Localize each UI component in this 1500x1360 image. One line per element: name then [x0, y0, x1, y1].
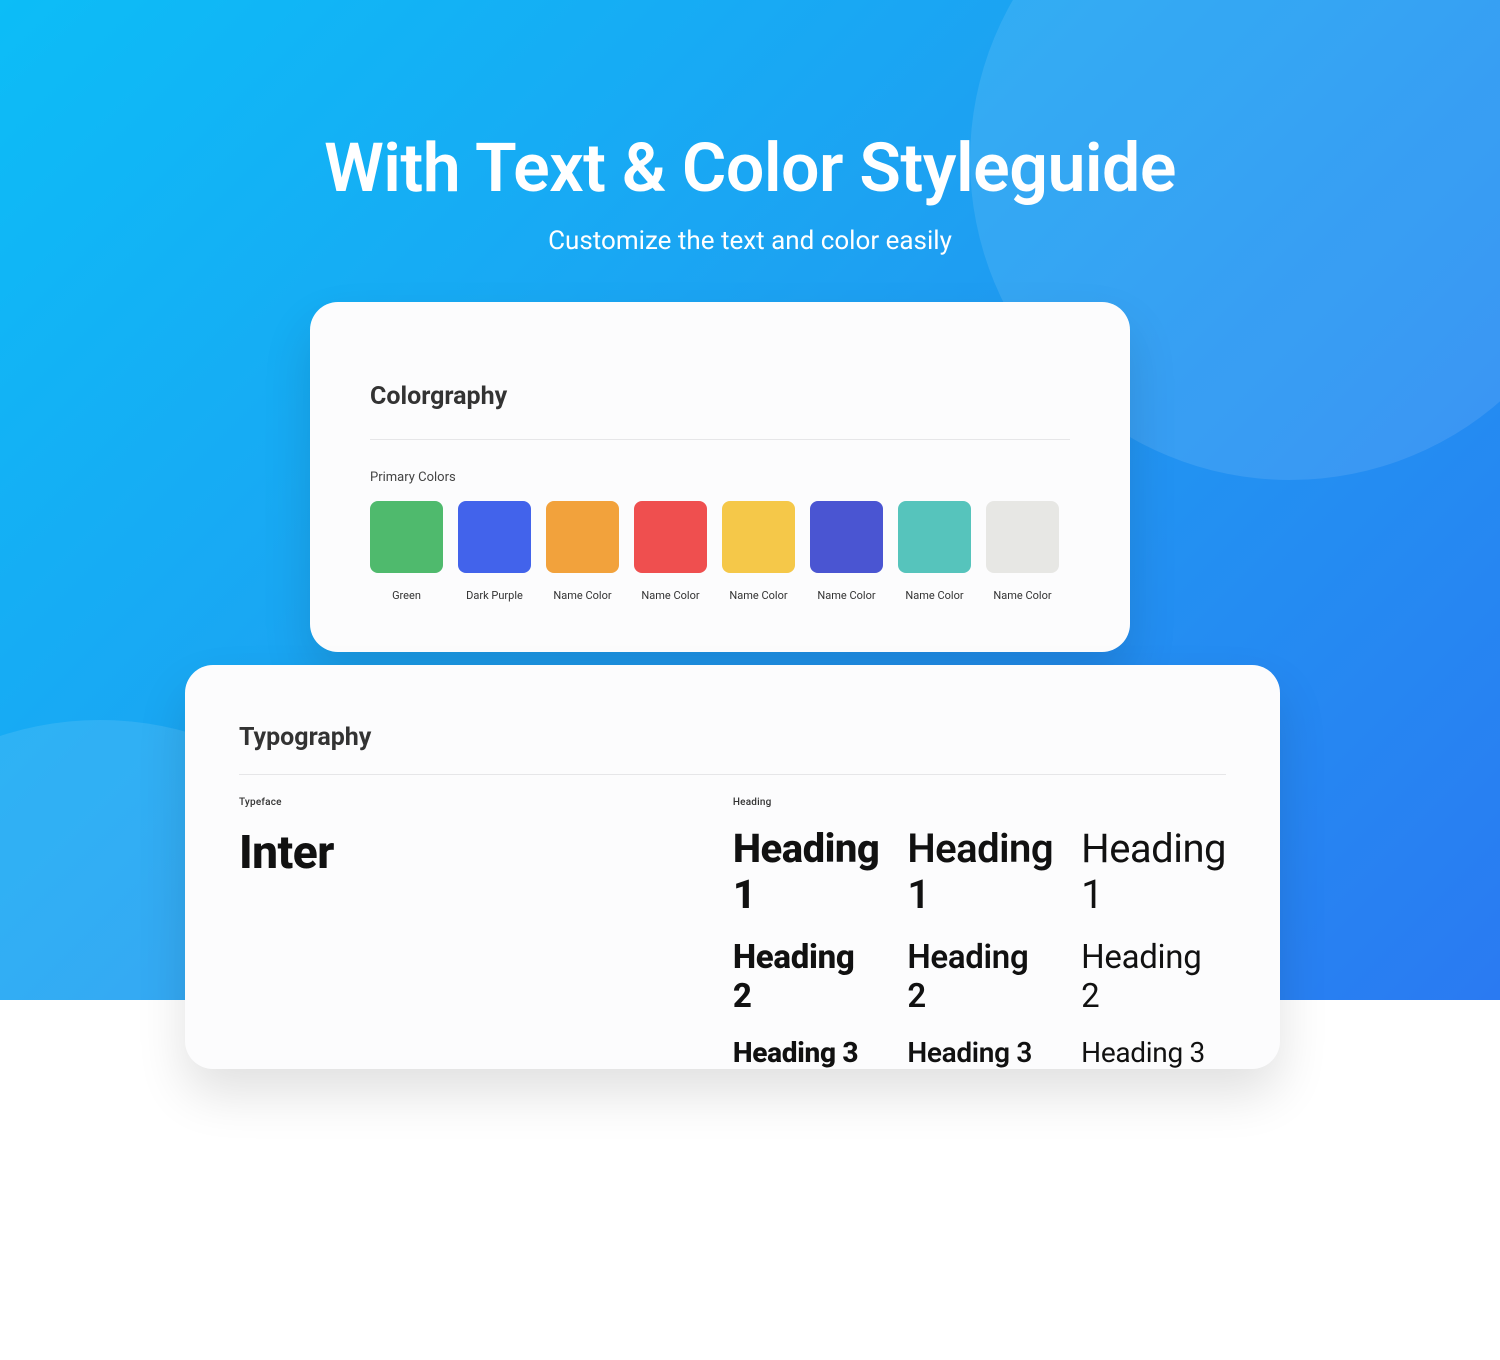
typography-card-title: Typography	[239, 723, 1226, 752]
color-swatch: Dark Purple	[458, 501, 531, 602]
swatch-label: Name Color	[905, 589, 963, 602]
heading-sample-h3: Heading 3	[733, 1036, 879, 1069]
swatch-label: Name Color	[729, 589, 787, 602]
swatch-box	[370, 501, 443, 573]
heading-label: Heading	[733, 797, 1226, 808]
swatch-box	[810, 501, 883, 573]
swatch-box	[546, 501, 619, 573]
swatch-label: Dark Purple	[466, 589, 523, 602]
swatch-row: Green Dark Purple Name Color Name Color …	[370, 501, 1070, 602]
color-swatch: Name Color	[722, 501, 795, 602]
typeface-name: Inter	[239, 826, 693, 880]
swatch-box	[986, 501, 1059, 573]
heading-sample-h1: Heading 1	[1081, 826, 1226, 918]
swatch-label: Green	[392, 589, 421, 602]
divider	[239, 774, 1226, 775]
color-swatch: Name Color	[898, 501, 971, 602]
color-swatch: Green	[370, 501, 443, 602]
heading-sample-h2: Heading 2	[733, 938, 879, 1016]
swatch-box	[458, 501, 531, 573]
colors-card: Colorgraphy Primary Colors Green Dark Pu…	[310, 302, 1130, 652]
heading-sample-h1: Heading 1	[907, 826, 1053, 918]
color-swatch: Name Color	[546, 501, 619, 602]
heading-weight-semibold: Heading 1 Heading 2 Heading 3	[907, 826, 1053, 1069]
swatch-label: Name Color	[553, 589, 611, 602]
primary-colors-label: Primary Colors	[370, 470, 1070, 485]
heading-sample-h2: Heading 2	[1081, 938, 1226, 1016]
swatch-label: Name Color	[817, 589, 875, 602]
divider	[370, 439, 1070, 440]
heading-sample-h2: Heading 2	[907, 938, 1053, 1016]
heading-sample-h3: Heading 3	[907, 1036, 1053, 1069]
color-swatch: Name Color	[810, 501, 883, 602]
swatch-box	[634, 501, 707, 573]
typography-card: Typography Typeface Inter Heading Headin…	[185, 665, 1280, 1069]
swatch-box	[898, 501, 971, 573]
heading-sample-h3: Heading 3	[1081, 1036, 1226, 1069]
swatch-box	[722, 501, 795, 573]
typeface-label: Typeface	[239, 797, 693, 808]
hero-subtitle: Customize the text and color easily	[0, 226, 1500, 256]
hero-title: With Text & Color Styleguide	[0, 128, 1500, 208]
color-swatch: Name Color	[986, 501, 1059, 602]
color-swatch: Name Color	[634, 501, 707, 602]
swatch-label: Name Color	[641, 589, 699, 602]
typeface-column: Typeface Inter	[239, 797, 693, 1069]
heading-weight-bold: Heading 1 Heading 2 Heading 3	[733, 826, 879, 1069]
colors-card-title: Colorgraphy	[370, 382, 1070, 411]
heading-weight-regular: Heading 1 Heading 2 Heading 3	[1081, 826, 1226, 1069]
swatch-label: Name Color	[993, 589, 1051, 602]
heading-sample-h1: Heading 1	[733, 826, 879, 918]
heading-column: Heading Heading 1 Heading 2 Heading 3 He…	[733, 797, 1226, 1069]
